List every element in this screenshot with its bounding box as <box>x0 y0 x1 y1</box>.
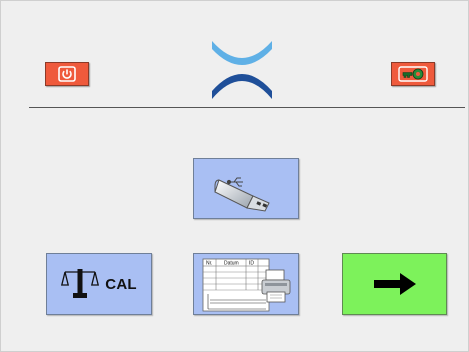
calibration-label: CAL <box>105 275 137 293</box>
balance-scale-icon <box>61 269 100 298</box>
arrow-right-icon <box>373 273 416 295</box>
brand-logo <box>212 41 272 99</box>
usb-drive-icon <box>214 177 270 212</box>
next-button[interactable] <box>342 253 447 315</box>
main-screen: CAL Nr. Datum ID <box>0 0 469 352</box>
power-button[interactable] <box>45 62 89 86</box>
report-header-id: ID <box>249 261 254 267</box>
key-icon <box>398 66 428 82</box>
usb-export-button[interactable] <box>193 158 299 219</box>
report-header-datum: Datum <box>224 261 239 267</box>
table-printer-icon: Nr. Datum ID <box>202 258 291 312</box>
login-key-button[interactable] <box>391 62 435 86</box>
calibration-button[interactable]: CAL <box>46 253 152 315</box>
print-report-button[interactable]: Nr. Datum ID <box>193 253 299 315</box>
header-divider <box>29 107 465 108</box>
power-icon <box>58 66 76 82</box>
report-header-nr: Nr. <box>206 261 212 267</box>
